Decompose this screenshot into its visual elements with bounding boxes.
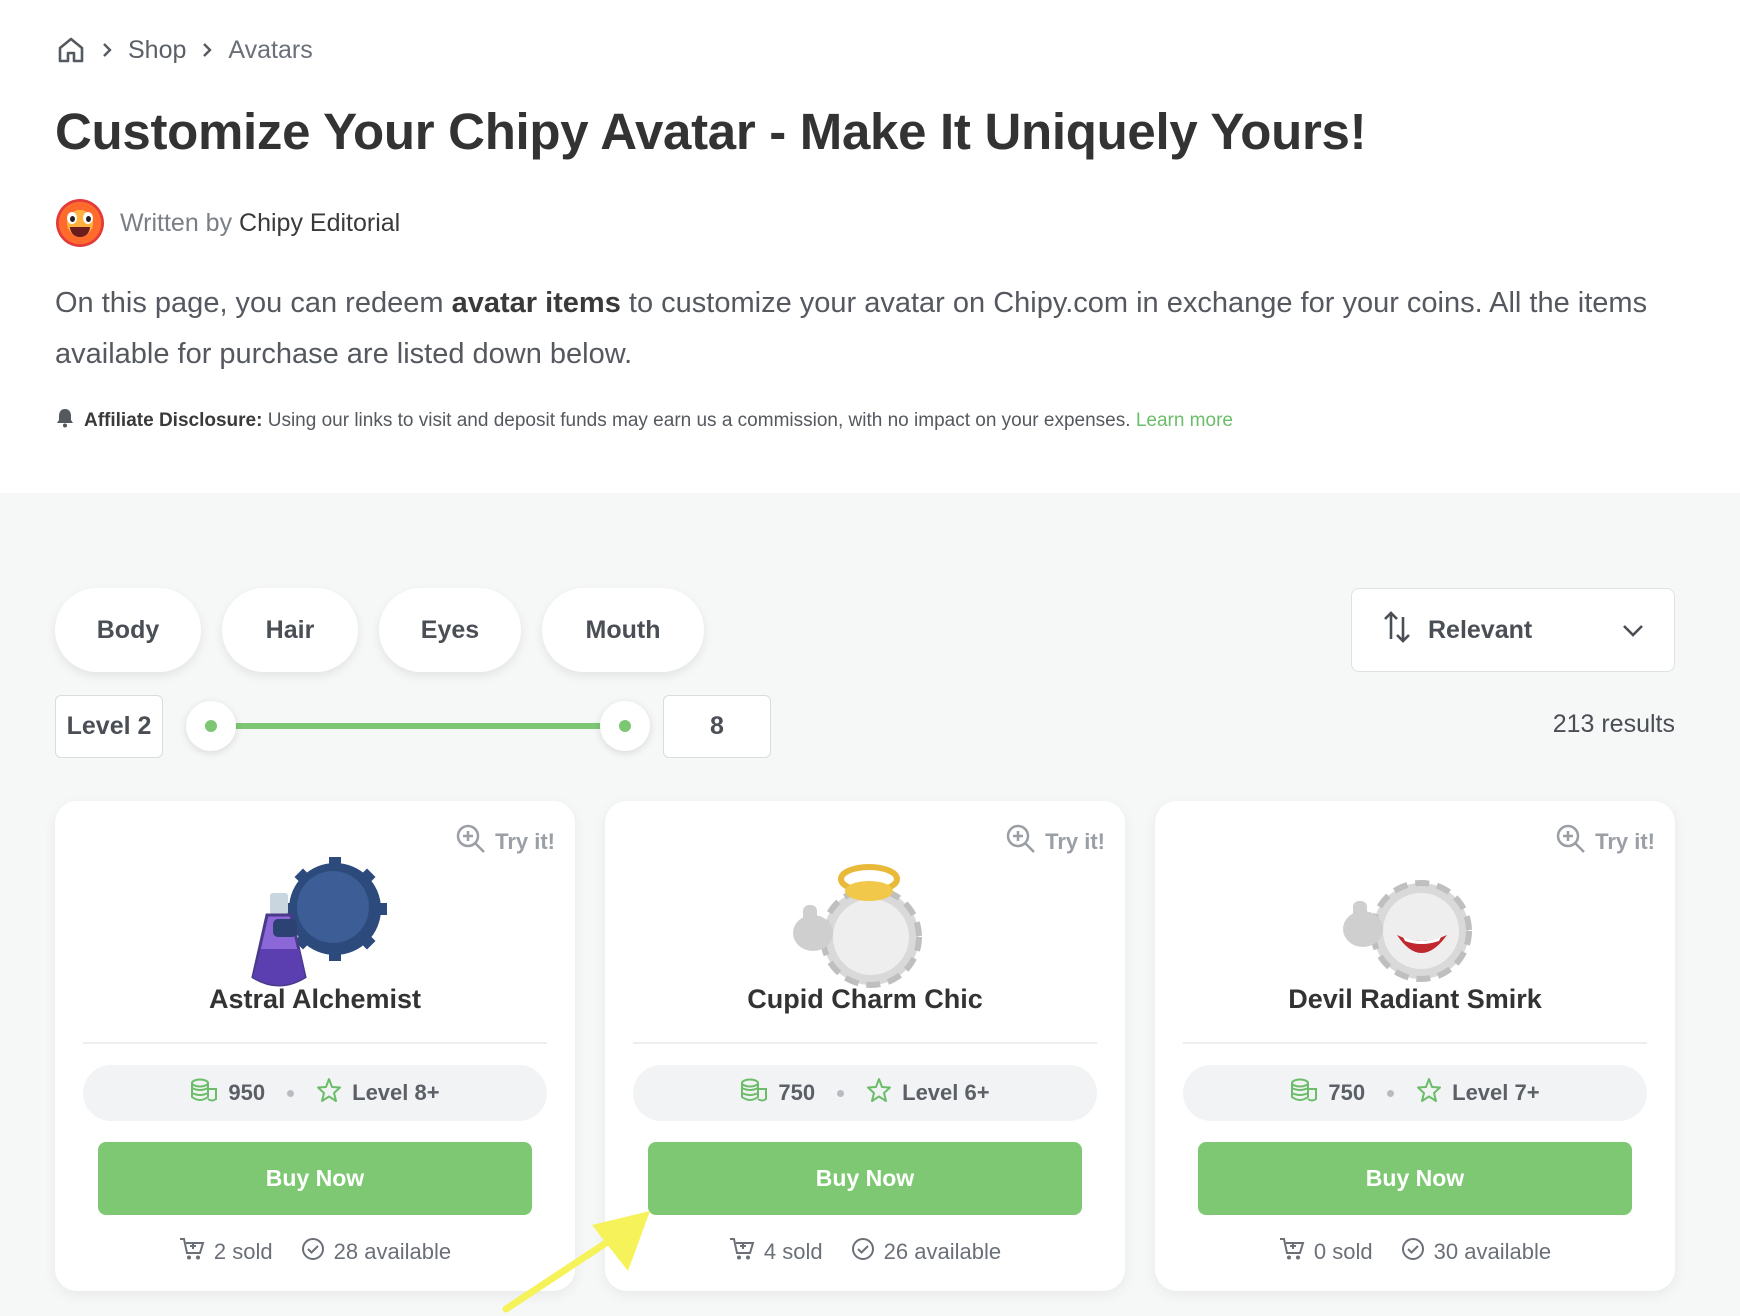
- learn-more-link[interactable]: Learn more: [1136, 410, 1233, 431]
- avatar-item-image: [775, 849, 955, 999]
- item-level: Level 7+: [1452, 1080, 1540, 1105]
- available-count: 26 available: [883, 1239, 1002, 1264]
- product-card: Try it! Astral Alchemist 950 Level 8+ Bu…: [55, 801, 575, 1291]
- item-price: 750: [778, 1080, 816, 1105]
- item-name: Cupid Charm Chic: [747, 984, 983, 1014]
- cart-icon: [179, 1237, 205, 1267]
- buy-now-button[interactable]: Buy Now: [648, 1142, 1082, 1215]
- item-level: Level 8+: [352, 1080, 440, 1105]
- star-icon: [866, 1077, 892, 1109]
- item-stats: 4 sold 26 available: [605, 1237, 1125, 1267]
- chevron-down-icon: [1622, 616, 1644, 645]
- level-max-field[interactable]: 8: [663, 695, 771, 758]
- product-card: Try it! Cupid Charm Chic 750 Level 6+ Bu…: [605, 801, 1125, 1291]
- author-avatar: [56, 199, 104, 247]
- category-body-button[interactable]: Body: [55, 588, 201, 672]
- coins-icon: [1290, 1077, 1318, 1109]
- zoom-in-icon: [455, 823, 487, 861]
- item-meta: 750 Level 6+: [633, 1065, 1097, 1121]
- chevron-right-icon: [100, 41, 114, 59]
- sold-count: 4 sold: [763, 1239, 823, 1264]
- zoom-in-icon: [1005, 823, 1037, 861]
- category-hair-button[interactable]: Hair: [222, 588, 358, 672]
- home-icon[interactable]: [56, 35, 86, 65]
- avatar-item-image: [225, 849, 405, 999]
- author-prefix: Written by: [120, 208, 233, 237]
- try-it-button[interactable]: Try it!: [1005, 823, 1105, 861]
- level-min-field[interactable]: Level 2: [55, 695, 163, 758]
- buy-now-button[interactable]: Buy Now: [1198, 1142, 1632, 1215]
- breadcrumb-shop[interactable]: Shop: [128, 36, 186, 65]
- product-card: Try it! Devil Radiant Smirk 750 Level 7+…: [1155, 801, 1675, 1291]
- item-level: Level 6+: [902, 1080, 990, 1105]
- item-meta: 950 Level 8+: [83, 1065, 547, 1121]
- breadcrumb-avatars[interactable]: Avatars: [228, 36, 312, 65]
- page-header-section: Shop Avatars Customize Your Chipy Avatar…: [0, 0, 1740, 493]
- divider: [83, 1042, 547, 1044]
- chevron-right-icon: [200, 41, 214, 59]
- divider: [1183, 1042, 1647, 1044]
- sold-count: 0 sold: [1313, 1239, 1373, 1264]
- cart-icon: [1279, 1237, 1305, 1267]
- coins-icon: [190, 1077, 218, 1109]
- category-eyes-button[interactable]: Eyes: [379, 588, 521, 672]
- item-stats: 2 sold 28 available: [55, 1237, 575, 1267]
- author-byline: Written by Chipy Editorial: [56, 199, 400, 247]
- sort-dropdown[interactable]: Relevant: [1351, 588, 1675, 672]
- disclosure-label: Affiliate Disclosure:: [84, 410, 263, 431]
- item-meta: 750 Level 7+: [1183, 1065, 1647, 1121]
- intro-bold: avatar items: [451, 287, 621, 319]
- breadcrumb: Shop Avatars: [56, 30, 313, 70]
- sort-label: Relevant: [1428, 615, 1533, 644]
- avatar-item-image: [1325, 849, 1505, 999]
- slider-max-handle[interactable]: [600, 701, 650, 751]
- cart-icon: [729, 1237, 755, 1267]
- slider-track: [211, 723, 625, 729]
- available-count: 30 available: [1433, 1239, 1552, 1264]
- category-mouth-button[interactable]: Mouth: [542, 588, 704, 672]
- check-circle-icon: [1401, 1237, 1425, 1267]
- item-name: Devil Radiant Smirk: [1288, 984, 1542, 1014]
- buy-now-button[interactable]: Buy Now: [98, 1142, 532, 1215]
- zoom-in-icon: [1555, 823, 1587, 861]
- coins-icon: [740, 1077, 768, 1109]
- divider: [633, 1042, 1097, 1044]
- check-circle-icon: [851, 1237, 875, 1267]
- check-circle-icon: [301, 1237, 325, 1267]
- disclosure-text: Using our links to visit and deposit fun…: [267, 410, 1131, 431]
- sort-arrows-icon: [1382, 609, 1412, 652]
- level-range-slider[interactable]: [186, 694, 650, 758]
- star-icon: [1416, 1077, 1442, 1109]
- try-it-button[interactable]: Try it!: [1555, 823, 1655, 861]
- author-name[interactable]: Chipy Editorial: [239, 209, 400, 237]
- item-stats: 0 sold 30 available: [1155, 1237, 1675, 1267]
- sold-count: 2 sold: [213, 1239, 273, 1264]
- item-name: Astral Alchemist: [208, 984, 422, 1014]
- slider-min-handle[interactable]: [186, 701, 236, 751]
- results-count: 213 results: [1552, 710, 1675, 738]
- item-price: 750: [1328, 1080, 1366, 1105]
- page-title: Customize Your Chipy Avatar - Make It Un…: [55, 103, 1367, 160]
- bell-icon: [56, 408, 74, 434]
- annotation-arrow-icon: [500, 1205, 660, 1316]
- affiliate-disclosure: Affiliate Disclosure: Using our links to…: [56, 408, 1233, 434]
- available-count: 28 available: [333, 1239, 452, 1264]
- item-price: 950: [228, 1080, 266, 1105]
- star-icon: [316, 1077, 342, 1109]
- try-it-button[interactable]: Try it!: [455, 823, 555, 861]
- intro-text: On this page, you can redeem avatar item…: [55, 287, 1648, 370]
